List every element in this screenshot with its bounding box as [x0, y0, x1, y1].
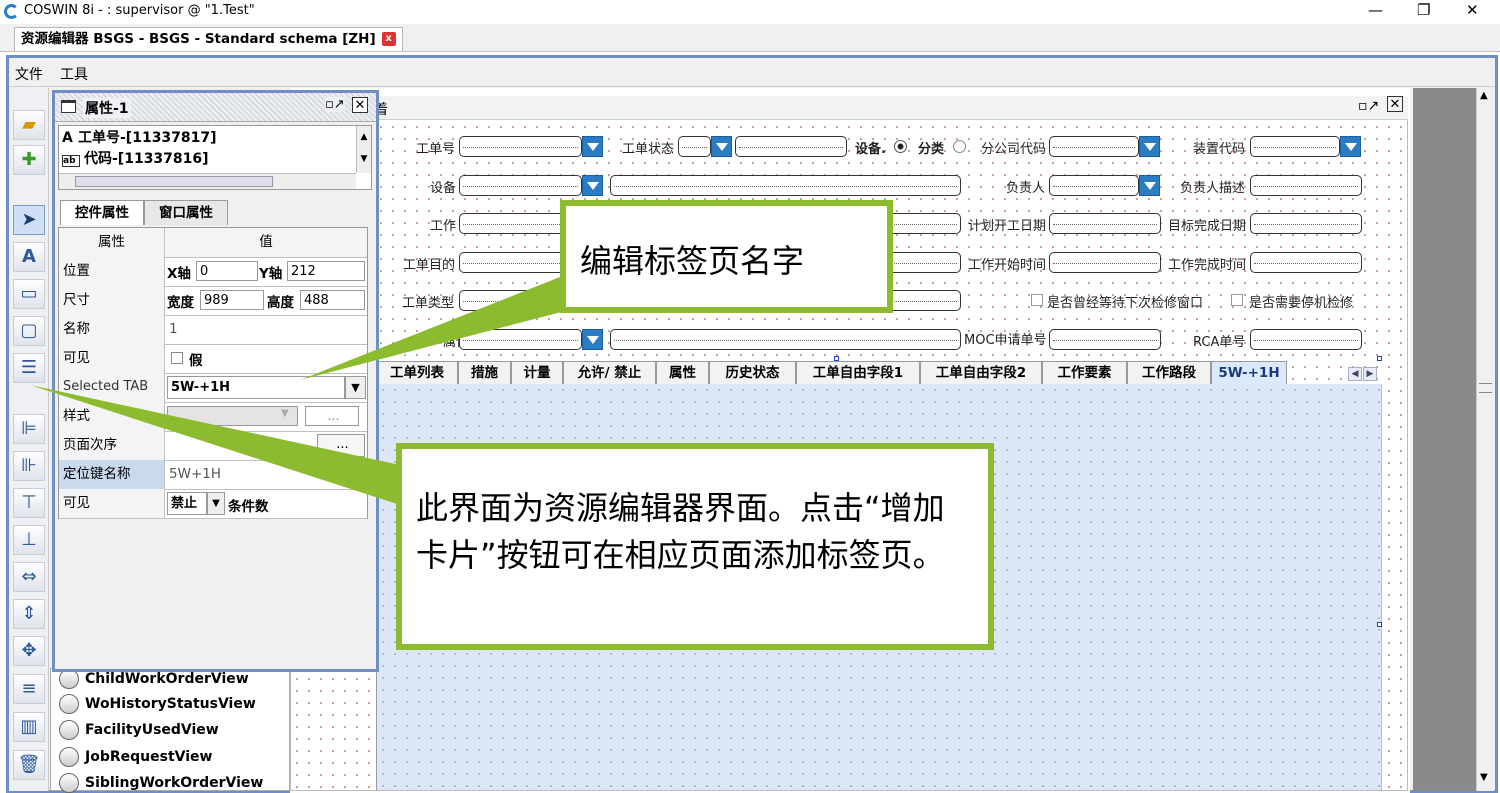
small-callout-pointer [300, 275, 600, 380]
callout-editor-description: 此界面为资源编辑器界面。点击“增加卡片”按钮可在相应页面添加标签页。 [396, 443, 994, 650]
callout-pointers [30, 275, 600, 505]
large-callout-pointer [30, 385, 400, 505]
callout-edit-tab-name: 编辑标签页名字 [560, 200, 893, 313]
callout-large-text: 此界面为资源编辑器界面。点击“增加卡片”按钮可在相应页面添加标签页。 [416, 489, 945, 574]
callout-small-text: 编辑标签页名字 [580, 242, 805, 280]
